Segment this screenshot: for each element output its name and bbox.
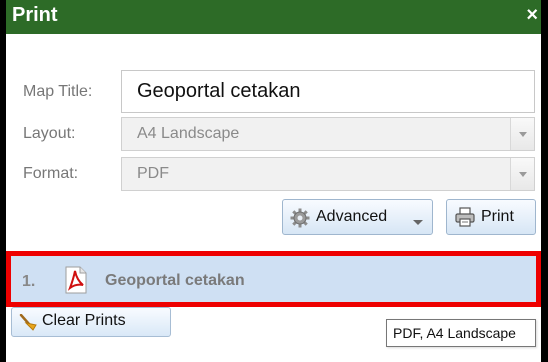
format-value: PDF [137,165,169,182]
tooltip: PDF, A4 Landscape [386,319,536,347]
result-name[interactable]: Geoportal cetakan [105,272,245,290]
result-index: 1. [22,273,36,290]
left-frame [0,0,6,362]
format-dropdown-trigger[interactable] [510,158,534,190]
map-title-label: Map Title: [23,83,93,100]
print-panel: Print × Map Title: Geoportal cetakan Lay… [0,0,548,362]
layout-select[interactable]: A4 Landscape [121,117,535,151]
print-label: Print [481,208,514,225]
printer-icon [455,207,475,232]
gear-icon [290,208,310,233]
clear-prints-label: Clear Prints [42,312,126,329]
format-label: Format: [23,165,79,182]
pdf-file-icon[interactable] [63,266,89,299]
map-title-input[interactable]: Geoportal cetakan [121,70,535,113]
right-frame [541,0,548,362]
chevron-down-icon [412,214,424,232]
map-title-value: Geoportal cetakan [137,80,301,102]
broom-icon [18,313,38,337]
print-button[interactable]: Print [446,199,536,235]
clear-prints-button[interactable]: Clear Prints [11,307,171,337]
layout-label: Layout: [23,125,76,142]
advanced-label: Advanced [316,208,388,225]
layout-dropdown-trigger[interactable] [510,118,534,150]
layout-value: A4 Landscape [137,125,240,142]
advanced-button[interactable]: Advanced [282,199,433,235]
result-row[interactable]: 1. Geoportal cetakan [6,251,541,307]
window-title: Print [12,4,58,26]
close-icon[interactable]: × [526,1,538,29]
format-select[interactable]: PDF [121,157,535,191]
title-bar: Print × [6,0,541,34]
